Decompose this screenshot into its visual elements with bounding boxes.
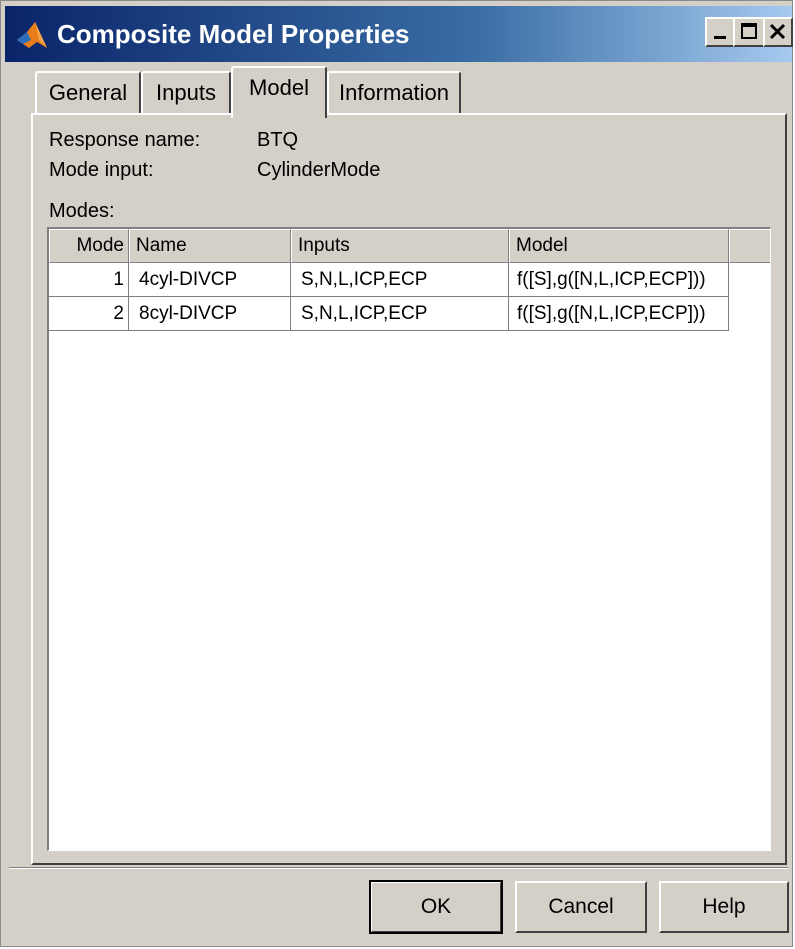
window-title: Composite Model Properties bbox=[57, 19, 410, 49]
cell-mode[interactable]: 2 bbox=[49, 297, 129, 331]
maximize-button[interactable] bbox=[733, 17, 765, 47]
tab-label: Information bbox=[338, 80, 450, 105]
mode-input-label: Mode input: bbox=[49, 159, 154, 181]
column-header-mode[interactable]: Mode bbox=[49, 229, 129, 263]
help-button[interactable]: Help bbox=[659, 881, 789, 933]
tab-model[interactable]: Model bbox=[231, 66, 327, 118]
table-row[interactable]: 2 8cyl-DIVCP S,N,L,ICP,ECP f([S],g([N,L,… bbox=[49, 297, 729, 331]
column-header-model[interactable]: Model bbox=[509, 229, 729, 263]
minimize-icon bbox=[714, 36, 726, 39]
response-name-label: Response name: bbox=[49, 129, 201, 151]
cell-name[interactable]: 4cyl-DIVCP bbox=[129, 263, 291, 297]
modes-label: Modes: bbox=[49, 200, 115, 222]
table-header: Mode Name Inputs Model bbox=[49, 229, 770, 263]
cell-inputs[interactable]: S,N,L,ICP,ECP bbox=[291, 297, 509, 331]
tab-information[interactable]: Information bbox=[327, 71, 461, 115]
title-bar[interactable]: Composite Model Properties bbox=[5, 6, 793, 62]
ok-button[interactable]: OK bbox=[369, 880, 503, 934]
close-icon bbox=[769, 23, 786, 40]
cancel-button[interactable]: Cancel bbox=[515, 881, 647, 933]
cell-inputs[interactable]: S,N,L,ICP,ECP bbox=[291, 263, 509, 297]
modes-table[interactable]: Mode Name Inputs Model 1 4cyl-DIVCP S,N,… bbox=[47, 227, 771, 851]
tab-label: Model bbox=[249, 75, 309, 100]
button-divider bbox=[9, 867, 788, 869]
table-row[interactable]: 1 4cyl-DIVCP S,N,L,ICP,ECP f([S],g([N,L,… bbox=[49, 263, 729, 297]
dialog-window: Composite Model Properties General Input… bbox=[0, 0, 793, 947]
cell-model[interactable]: f([S],g([N,L,ICP,ECP])) bbox=[509, 297, 729, 331]
mode-input-value: CylinderMode bbox=[257, 159, 381, 181]
column-header-inputs[interactable]: Inputs bbox=[291, 229, 509, 263]
column-header-name[interactable]: Name bbox=[129, 229, 291, 263]
matlab-icon bbox=[15, 18, 49, 52]
response-name-value: BTQ bbox=[257, 129, 299, 151]
tab-inputs[interactable]: Inputs bbox=[141, 71, 231, 115]
close-button[interactable] bbox=[763, 17, 793, 47]
cell-name[interactable]: 8cyl-DIVCP bbox=[129, 297, 291, 331]
cell-model[interactable]: f([S],g([N,L,ICP,ECP])) bbox=[509, 263, 729, 297]
tab-label: General bbox=[48, 80, 128, 105]
tab-general[interactable]: General bbox=[35, 71, 141, 115]
column-header-filler bbox=[729, 229, 770, 263]
maximize-icon bbox=[741, 23, 757, 39]
cell-mode[interactable]: 1 bbox=[49, 263, 129, 297]
tab-label: Inputs bbox=[156, 80, 216, 105]
